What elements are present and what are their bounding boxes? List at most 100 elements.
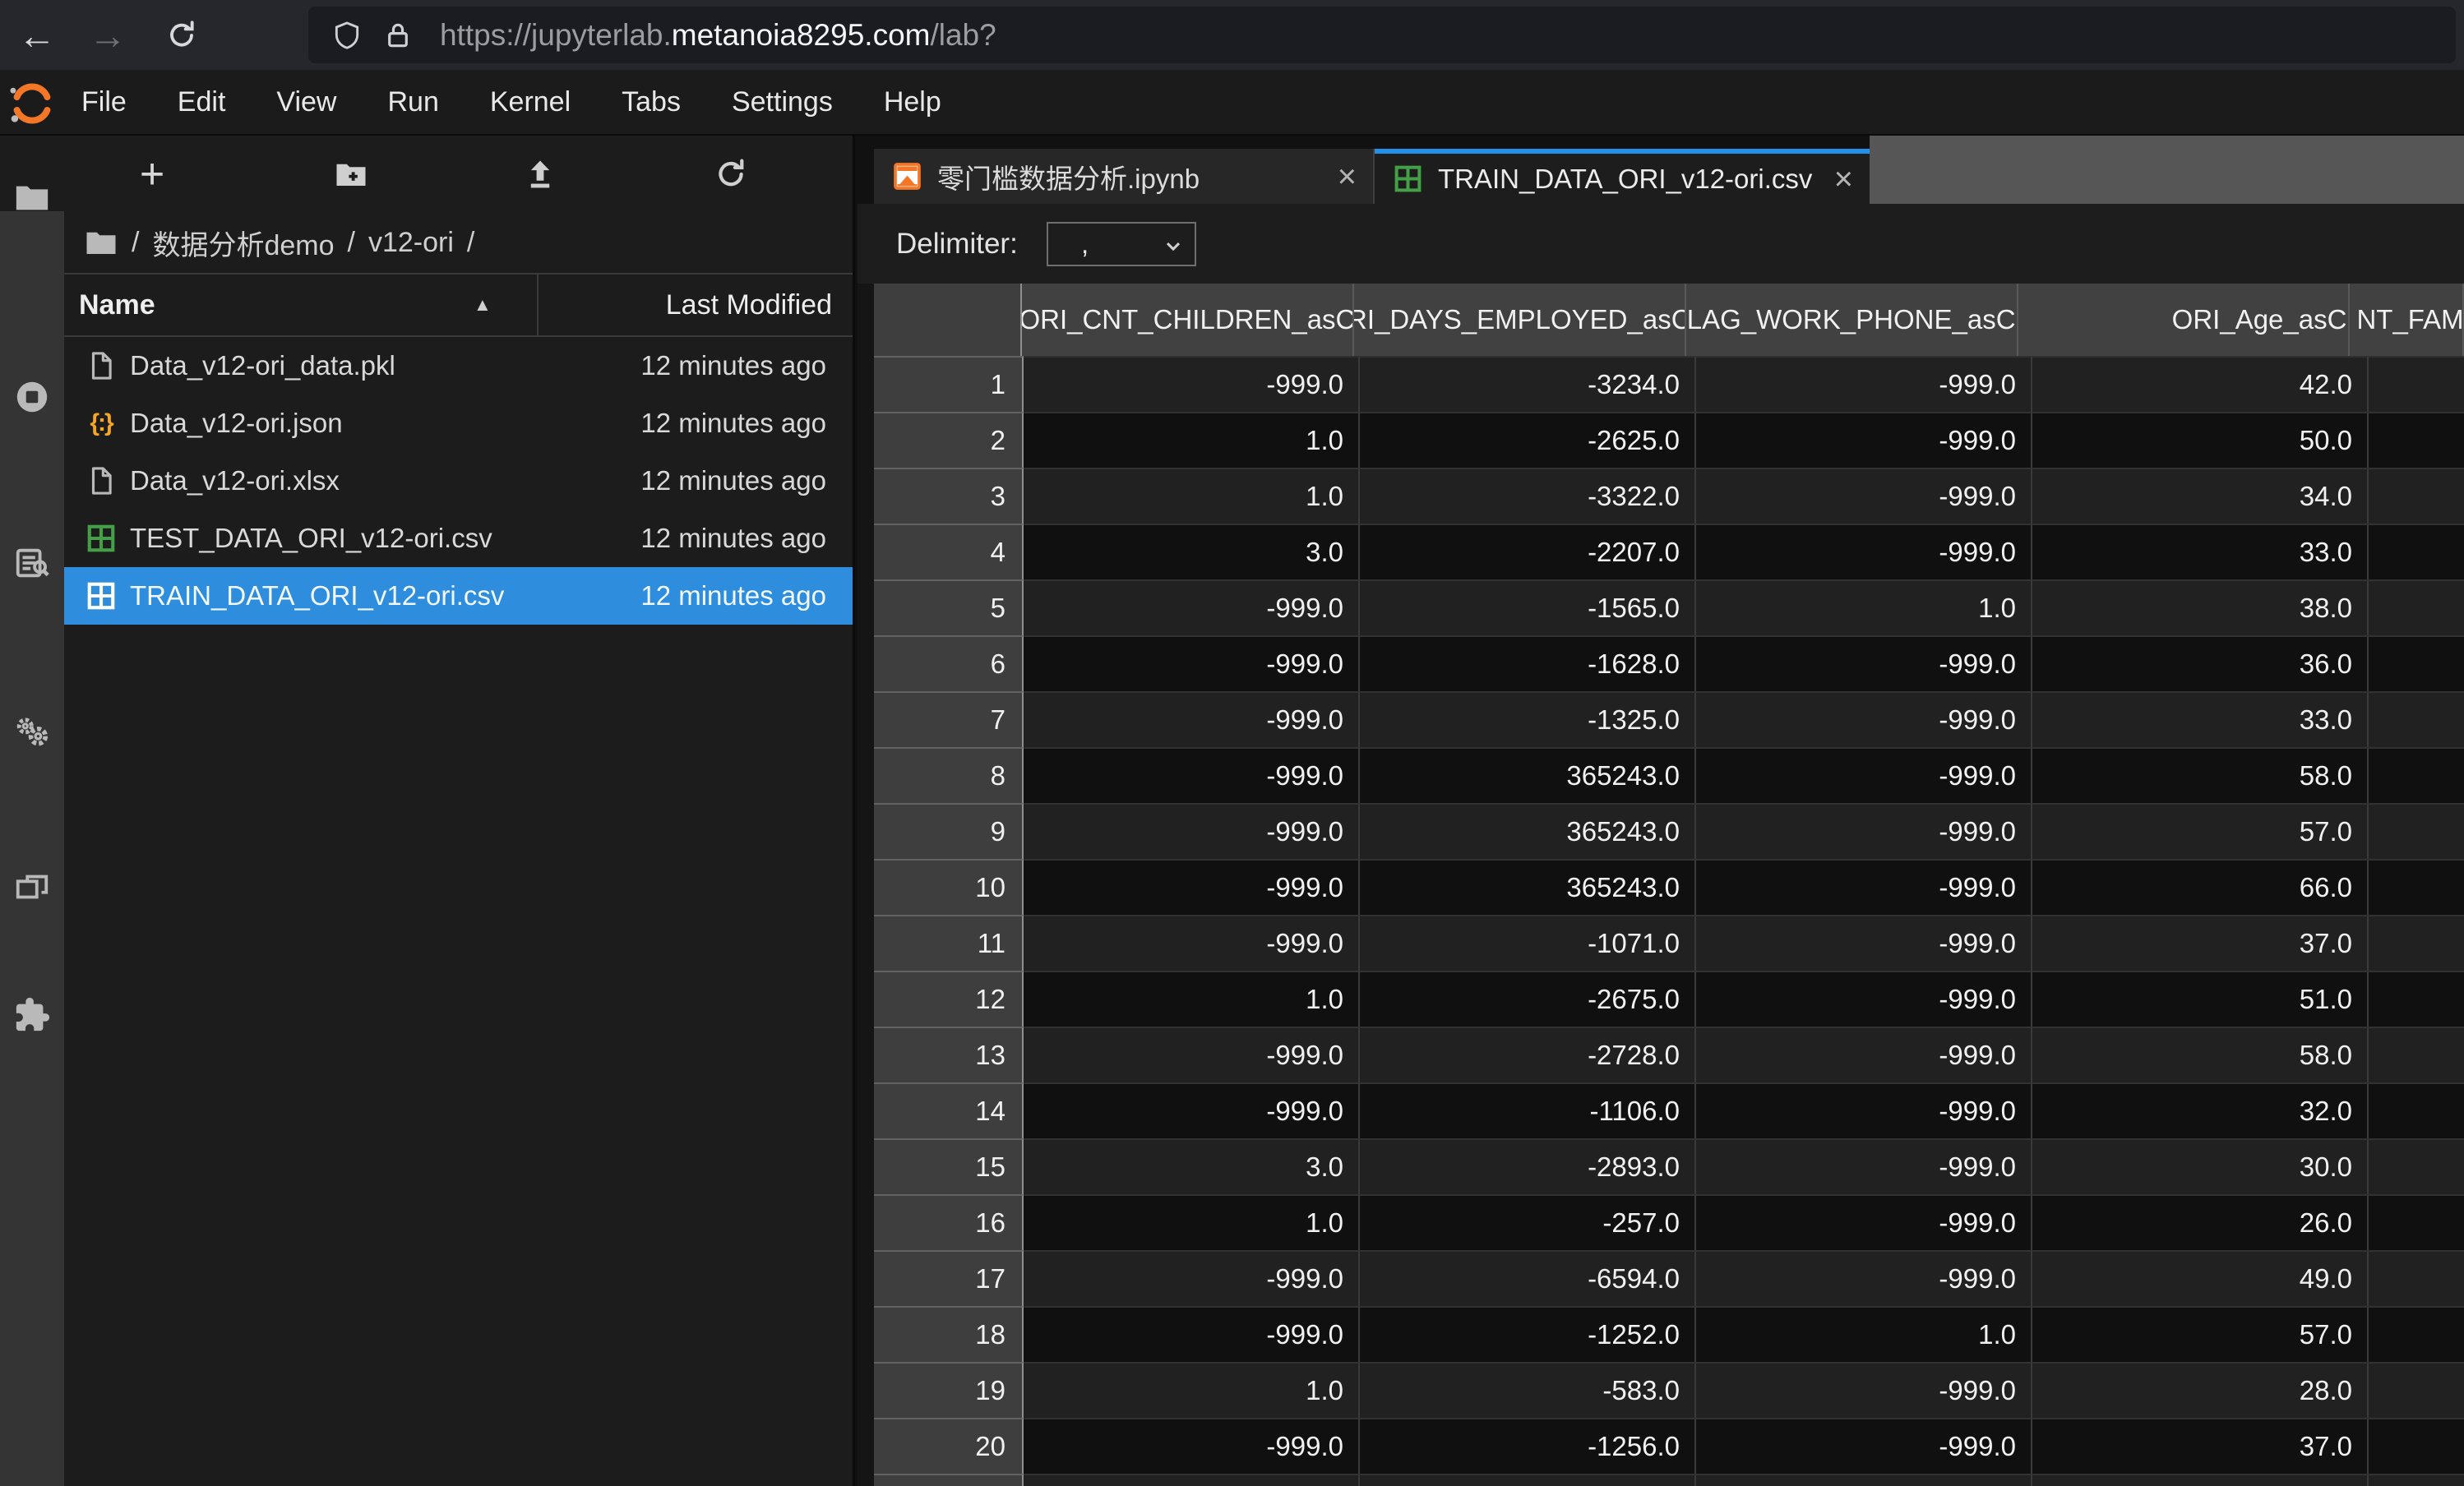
grid-cell[interactable]: 66.0 [2032,859,2369,915]
file-row[interactable]: {:}Data_v12-ori.json12 minutes ago [64,395,853,452]
grid-cell[interactable] [2369,635,2464,691]
grid-row-number[interactable]: 12 [874,971,1024,1027]
grid-cell[interactable]: 50.0 [2032,412,2369,468]
menu-item-view[interactable]: View [275,81,338,123]
grid-cell[interactable]: -1628.0 [1360,635,1696,691]
grid-row-number[interactable]: 7 [874,691,1024,747]
sidebar-extensions-button extensions-icon[interactable] [0,990,64,1040]
grid-cell[interactable]: -1252.0 [1360,1306,1696,1362]
grid-row-number[interactable]: 10 [874,859,1024,915]
back-icon[interactable]: ← [8,0,66,70]
menu-item-edit[interactable]: Edit [176,81,228,123]
grid-cell[interactable]: 28.0 [2032,1362,2369,1418]
grid-cell[interactable] [2369,1027,2464,1082]
grid-row-number[interactable]: 11 [874,915,1024,971]
new-folder-button[interactable] [314,145,388,203]
menu-item-file[interactable]: File [80,81,128,123]
grid-cell[interactable]: -999.0 [1024,747,1360,803]
grid-cell[interactable]: 26.0 [2032,1194,2369,1250]
tab[interactable]: 零门槛数据分析.ipynb× [874,149,1375,204]
grid-cell[interactable] [2369,579,2464,635]
tab-active[interactable]: TRAIN_DATA_ORI_v12-ori.csv× [1375,149,1870,204]
grid-cell[interactable]: -999.0 [1024,803,1360,859]
grid-cell[interactable]: -999.0 [1696,1082,2032,1138]
grid-cell[interactable]: -999.0 [1024,1418,1360,1474]
grid-cell[interactable] [2369,915,2464,971]
grid-cell[interactable] [2369,1362,2464,1418]
new-launcher-button[interactable]: + [115,145,189,203]
grid-cell[interactable]: 1.0 [1696,1306,2032,1362]
grid-cell[interactable]: -583.0 [1360,1362,1696,1418]
sort-ascending-icon[interactable]: ▲ [474,275,492,335]
grid-cell[interactable] [2369,356,2464,412]
grid-cell[interactable]: -1256.0 [1360,1418,1696,1474]
grid-cell[interactable]: 1.0 [1024,468,1360,524]
grid-cell[interactable]: 33.0 [2032,524,2369,579]
sidebar-property-inspector-button property-gears-icon[interactable] [0,707,64,756]
grid-row-number[interactable]: 16 [874,1194,1024,1250]
grid-row-number[interactable]: 5 [874,579,1024,635]
grid-cell[interactable]: -999.0 [1696,691,2032,747]
grid-cell[interactable]: -999.0 [1696,747,2032,803]
grid-cell[interactable]: -1565.0 [1360,579,1696,635]
grid-cell[interactable]: 32.0 [2032,1082,2369,1138]
grid-cell[interactable]: 36.0 [2032,635,2369,691]
grid-row-number[interactable]: 2 [874,412,1024,468]
grid-row-number[interactable]: 20 [874,1418,1024,1474]
menu-item-settings[interactable]: Settings [730,81,834,123]
grid-row-number[interactable]: 14 [874,1082,1024,1138]
grid-row-number[interactable]: 9 [874,803,1024,859]
grid-cell[interactable]: -1106.0 [1360,1082,1696,1138]
close-icon[interactable]: × [1834,163,1853,196]
grid-row-number[interactable]: 3 [874,468,1024,524]
folder-icon[interactable] [84,225,118,260]
breadcrumb-segment[interactable]: 数据分析demo [152,223,334,263]
grid-cell[interactable]: -999.0 [1024,1082,1360,1138]
grid-cell[interactable] [2369,1250,2464,1306]
grid-cell[interactable]: -999.0 [1696,971,2032,1027]
grid-cell[interactable]: -2675.0 [1360,971,1696,1027]
grid-cell[interactable] [2369,859,2464,915]
grid-cell[interactable]: -3234.0 [1360,356,1696,412]
grid-cell[interactable] [2369,803,2464,859]
grid-cell[interactable]: -999.0 [1696,1027,2032,1082]
grid-cell[interactable]: 1.0 [1696,579,2032,635]
sidebar-open-tabs-button open-tabs-icon[interactable] [0,863,64,912]
menu-item-help[interactable]: Help [882,81,943,123]
grid-cell[interactable]: 57.0 [2032,1306,2369,1362]
lock-icon[interactable] [382,20,414,51]
grid-cell[interactable] [2369,1138,2464,1194]
grid-cell[interactable]: -2625.0 [1360,412,1696,468]
grid-cell[interactable] [2369,747,2464,803]
grid-cell[interactable]: -999.0 [1696,915,2032,971]
grid-cell[interactable]: 58.0 [2032,747,2369,803]
grid-cell[interactable]: 365243.0 [1360,859,1696,915]
grid-row-number[interactable]: 1 [874,356,1024,412]
grid-row-number[interactable]: 19 [874,1362,1024,1418]
menu-item-run[interactable]: Run [386,81,440,123]
delimiter-select[interactable]: , [1047,222,1196,266]
grid-row-number[interactable]: 8 [874,747,1024,803]
grid-cell[interactable]: -999.0 [1696,1250,2032,1306]
grid-cell[interactable]: 1.0 [1024,1362,1360,1418]
sidebar-inspector-button inspector-icon[interactable] [0,538,64,588]
grid-cell[interactable]: -999.0 [1696,468,2032,524]
grid-cell[interactable]: -999.0 [1696,635,2032,691]
grid-cell[interactable]: 365243.0 [1360,747,1696,803]
grid-cell[interactable]: 58.0 [2032,1027,2369,1082]
grid-cell[interactable] [2369,971,2464,1027]
grid-cell[interactable]: -257.0 [1360,1194,1696,1250]
shield-icon[interactable] [331,20,363,51]
grid-cell[interactable]: 3.0 [1024,1138,1360,1194]
grid-cell[interactable]: -999.0 [1696,1194,2032,1250]
grid-cell[interactable] [2369,1306,2464,1362]
sidebar-files-button files-icon[interactable] [0,173,64,222]
grid-cell[interactable]: 365243.0 [1360,803,1696,859]
file-row[interactable]: Data_v12-ori_data.pkl12 minutes ago [64,337,853,395]
grid-cell[interactable]: -999.0 [1696,803,2032,859]
menu-item-tabs[interactable]: Tabs [620,81,682,123]
grid-cell[interactable]: 37.0 [2032,1418,2369,1474]
address-bar[interactable]: https://jupyterlab.metanoia8295.com/lab? [308,7,2456,63]
grid-cell[interactable]: -999.0 [1024,356,1360,412]
grid-row-number[interactable]: 13 [874,1027,1024,1082]
